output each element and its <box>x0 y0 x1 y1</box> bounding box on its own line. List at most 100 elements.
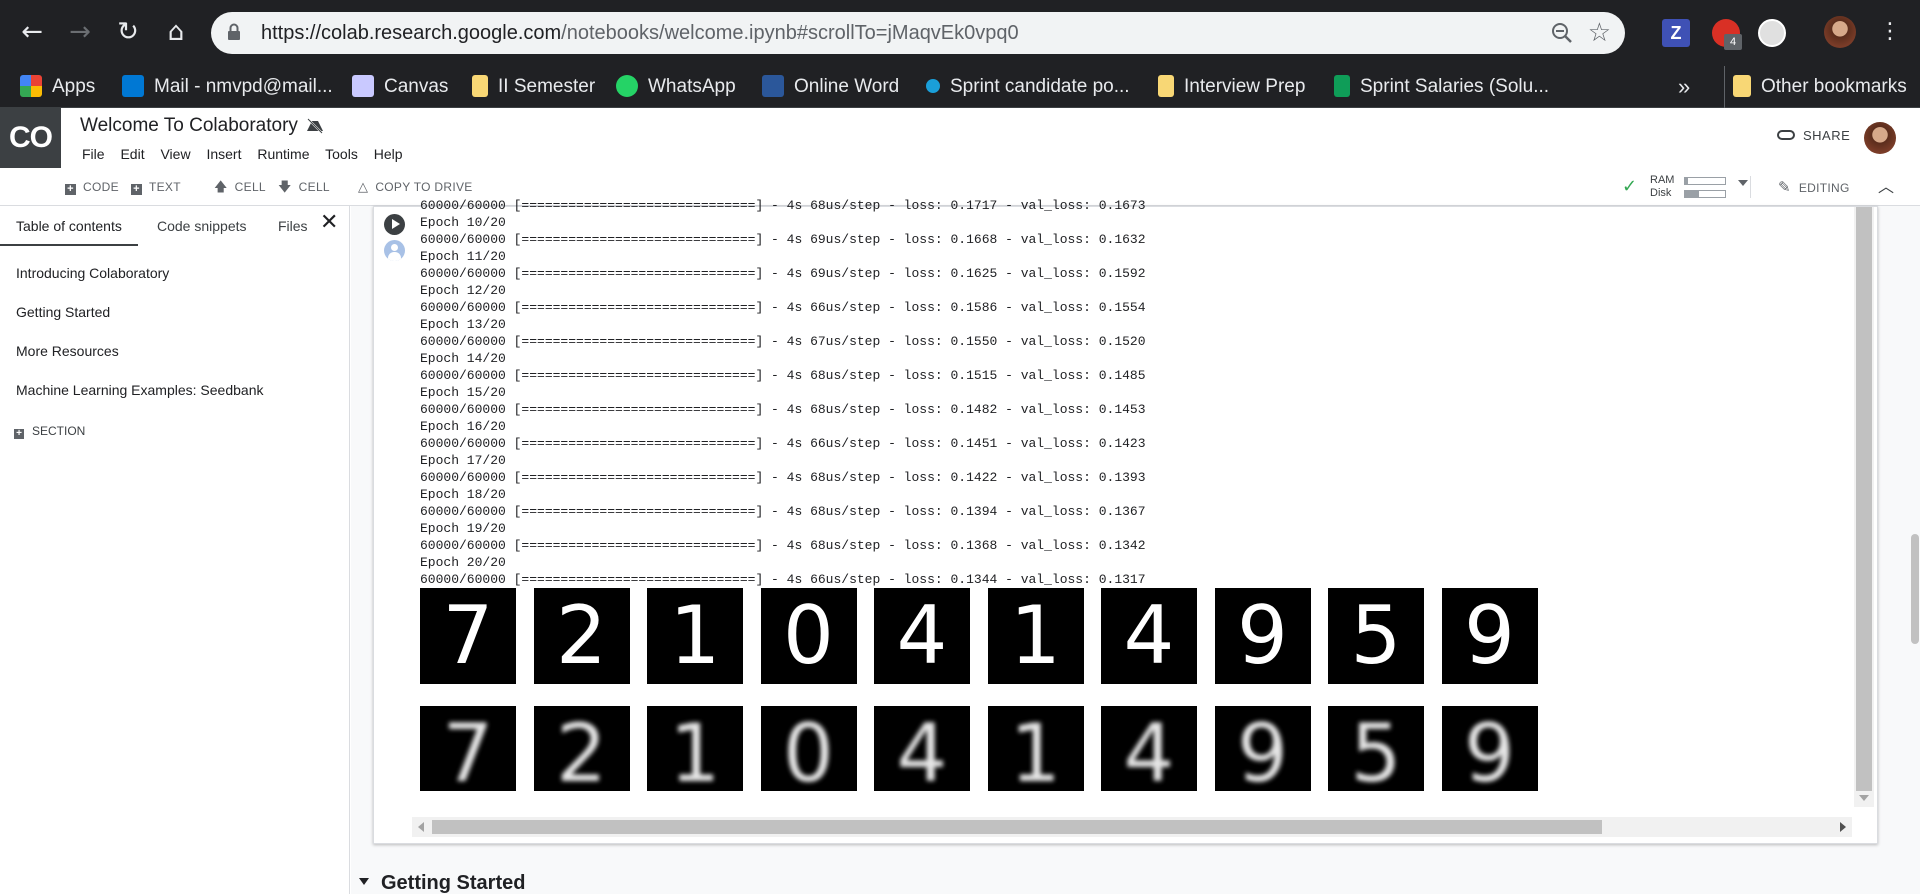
collapse-triangle-icon[interactable] <box>359 878 369 885</box>
arrow-down-icon: 🡇 <box>278 180 292 195</box>
chrome-avatar[interactable] <box>1824 16 1856 48</box>
close-icon[interactable]: ✕ <box>320 210 338 235</box>
back-icon[interactable]: ← <box>14 14 50 50</box>
reconstructed-digit-image: 0 <box>760 706 857 791</box>
sheets-icon <box>1334 75 1350 97</box>
home-icon[interactable]: ⌂ <box>158 14 194 50</box>
not-saved-drive-icon <box>307 118 323 134</box>
progress-line: 60000/60000 [===========================… <box>420 470 1146 485</box>
menu-file[interactable]: File <box>82 146 105 162</box>
progress-line: 60000/60000 [===========================… <box>420 266 1146 281</box>
progress-line: 60000/60000 [===========================… <box>420 504 1146 519</box>
address-bar[interactable]: https://colab.research.google.com/notebo… <box>211 12 1625 54</box>
plus-icon: + <box>131 184 142 195</box>
progress-line: 60000/60000 [===========================… <box>420 538 1146 553</box>
epoch-line: Epoch 14/20 <box>420 351 506 366</box>
cell-output: 60000/60000 [===========================… <box>420 197 1850 791</box>
output-user-icon <box>384 240 405 261</box>
notebook-title[interactable]: Welcome To Colaboratory <box>80 115 298 137</box>
training-log: 60000/60000 [===========================… <box>420 197 1850 588</box>
colab-logo[interactable]: CO <box>0 108 61 168</box>
bookmark-sprint-salaries[interactable]: Sprint Salaries (Solu... <box>1334 66 1549 108</box>
bookmark-canvas[interactable]: Canvas <box>352 66 448 108</box>
zoom-icon[interactable] <box>1551 22 1573 44</box>
bookmark-star-icon[interactable]: ☆ <box>1588 18 1611 48</box>
zoom-extension-icon[interactable]: Z <box>1662 19 1690 47</box>
progress-line: 60000/60000 [===========================… <box>420 572 1146 587</box>
reconstructed-digit-image: 7 <box>420 706 516 791</box>
add-section-button[interactable]: + SECTION <box>14 424 85 439</box>
epoch-line: Epoch 11/20 <box>420 249 506 264</box>
bookmark-other[interactable]: Other bookmarks <box>1724 66 1907 108</box>
menu-insert[interactable]: Insert <box>206 146 241 162</box>
reload-icon[interactable]: ↻ <box>110 14 146 50</box>
outlook-icon <box>122 75 144 97</box>
bookmark-ii-semester[interactable]: II Semester <box>472 66 595 108</box>
forward-icon[interactable]: → <box>62 14 98 50</box>
menu-help[interactable]: Help <box>374 146 403 162</box>
scrollbar-thumb[interactable] <box>1856 207 1872 791</box>
bookmark-apps[interactable]: Apps <box>20 66 95 108</box>
sidebar-tabs: Table of contents Code snippets Files ✕ <box>0 206 350 246</box>
run-cell-button[interactable] <box>384 214 405 235</box>
avatar[interactable] <box>1864 122 1896 154</box>
bookmark-online-word[interactable]: Online Word <box>762 66 899 108</box>
epoch-line: Epoch 12/20 <box>420 283 506 298</box>
code-cell[interactable]: 60000/60000 [===========================… <box>373 198 1878 844</box>
page-scrollbar[interactable] <box>1909 206 1920 894</box>
toc-item-getting-started[interactable]: Getting Started <box>16 304 110 320</box>
scrollbar-thumb[interactable] <box>432 820 1602 834</box>
epoch-line: Epoch 15/20 <box>420 385 506 400</box>
original-digit-image: 0 <box>760 588 857 684</box>
bookmark-interview-prep[interactable]: Interview Prep <box>1158 66 1305 108</box>
bookmark-mail[interactable]: Mail - nmvpd@mail... <box>122 66 333 108</box>
share-button[interactable]: SHARE <box>1777 128 1850 143</box>
reconstructed-digit-image: 4 <box>1101 706 1197 791</box>
notebook-main: 60000/60000 [===========================… <box>351 198 1920 895</box>
chevron-up-icon[interactable]: ︿ <box>1878 168 1894 206</box>
toc-item-seedbank[interactable]: Machine Learning Examples: Seedbank <box>16 382 264 398</box>
reconstructed-digit-image: 5 <box>1328 706 1424 791</box>
tab-files[interactable]: Files <box>278 206 308 246</box>
add-text-button[interactable]: + TEXT <box>131 168 181 206</box>
more-menu-icon[interactable]: ⋮ <box>1872 14 1908 50</box>
link-icon <box>1777 130 1795 140</box>
original-digit-image: 1 <box>647 588 743 684</box>
menu-tools[interactable]: Tools <box>325 146 358 162</box>
tab-code-snippets[interactable]: Code snippets <box>157 206 247 246</box>
output-horizontal-scrollbar[interactable] <box>412 817 1852 837</box>
profile-extension-icon[interactable] <box>1758 19 1786 47</box>
original-digit-image: 4 <box>874 588 970 684</box>
chevron-down-icon[interactable] <box>1738 180 1748 186</box>
progress-line: 60000/60000 [===========================… <box>420 334 1146 349</box>
output-vertical-scrollbar[interactable] <box>1854 207 1874 807</box>
menu-edit[interactable]: Edit <box>120 146 144 162</box>
move-cell-down-button[interactable]: 🡇 CELL <box>278 168 330 207</box>
add-code-button[interactable]: + CODE <box>65 168 119 206</box>
bookmark-sprint-candidate[interactable]: Sprint candidate po... <box>926 66 1130 108</box>
tab-table-of-contents[interactable]: Table of contents <box>0 206 138 246</box>
arrow-up-icon: 🡅 <box>214 180 228 195</box>
menu-runtime[interactable]: Runtime <box>257 146 309 162</box>
toc-item-more-resources[interactable]: More Resources <box>16 343 119 359</box>
menu-view[interactable]: View <box>160 146 190 162</box>
reconstructed-digit-image: 9 <box>1214 706 1311 791</box>
epoch-line: Epoch 17/20 <box>420 453 506 468</box>
bookmarks-overflow[interactable]: » <box>1678 66 1690 108</box>
original-digit-image: 2 <box>533 588 630 684</box>
pencil-icon: ✎ <box>1778 178 1791 196</box>
reconstructed-digit-image: 4 <box>874 706 970 791</box>
bookmark-whatsapp[interactable]: WhatsApp <box>616 66 736 108</box>
scroll-right-icon[interactable] <box>1840 822 1846 832</box>
original-digit-image: 1 <box>987 588 1084 684</box>
move-cell-up-button[interactable]: 🡅 CELL <box>214 168 266 207</box>
scrollbar-thumb[interactable] <box>1911 534 1919 644</box>
scroll-left-icon[interactable] <box>418 822 424 832</box>
folder-icon <box>1158 75 1174 97</box>
section-heading[interactable]: Getting Started <box>359 872 525 895</box>
lock-icon <box>228 23 240 40</box>
toc-item-introducing[interactable]: Introducing Colaboratory <box>16 265 169 281</box>
colab-header: CO Welcome To Colaboratory File Edit Vie… <box>0 108 1920 168</box>
original-digit-image: 5 <box>1328 588 1424 684</box>
scroll-down-icon[interactable] <box>1859 795 1869 801</box>
